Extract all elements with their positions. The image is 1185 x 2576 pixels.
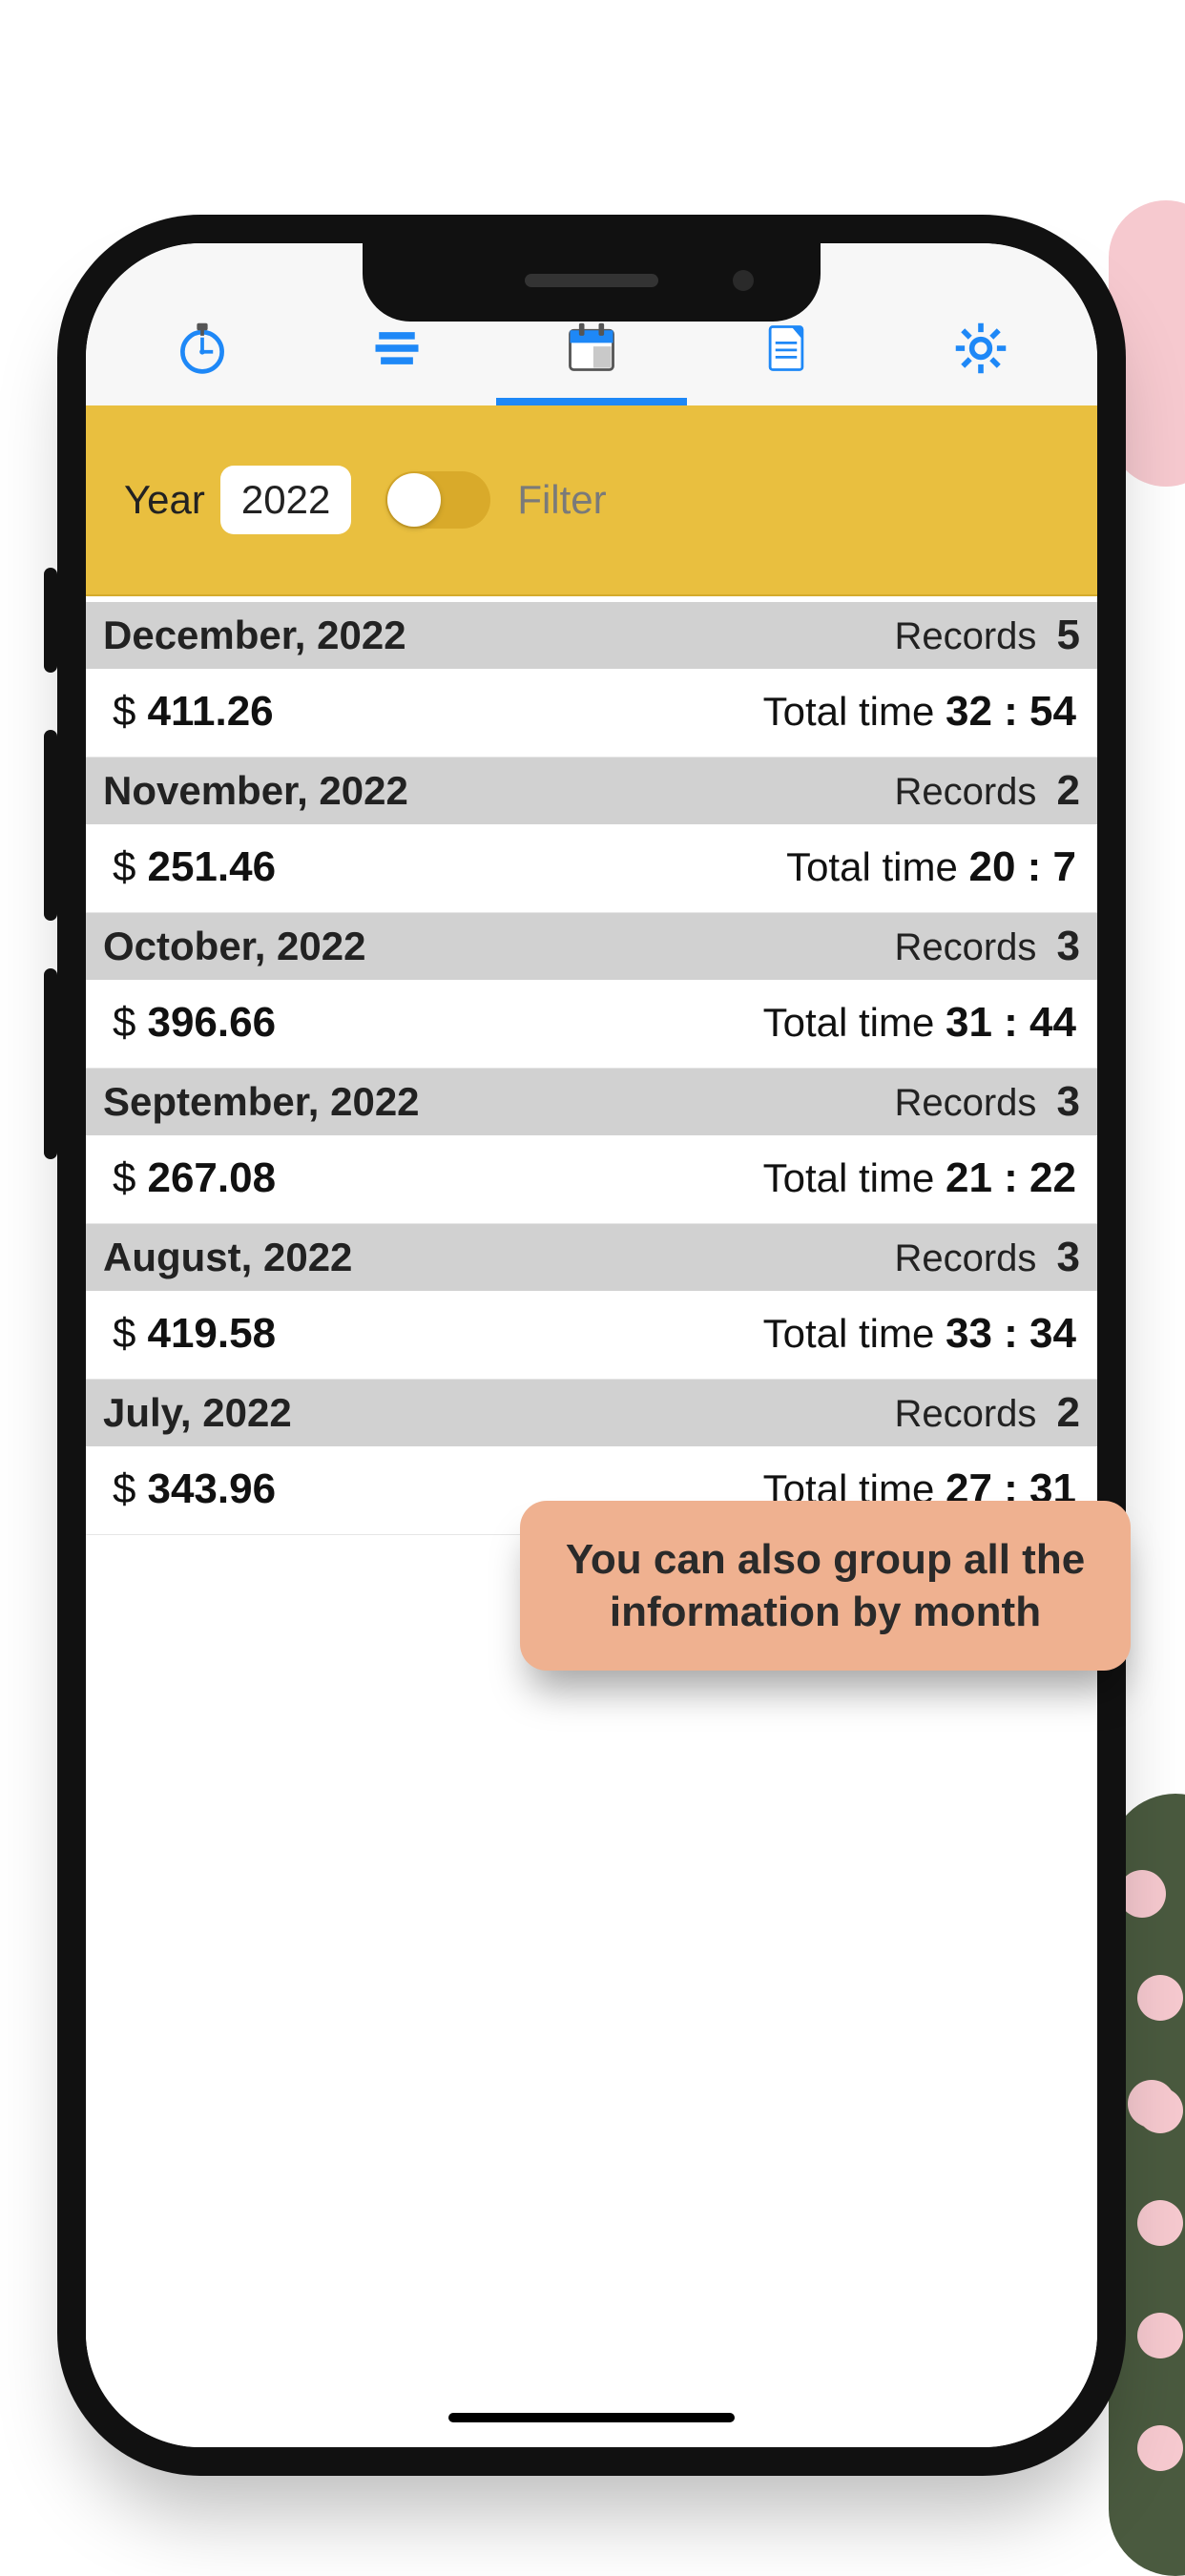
phone-frame: Year 2022 Filter December, 2022 Records 5… <box>57 215 1126 2476</box>
records-count: Records 3 <box>894 923 1080 970</box>
phone-side-button <box>44 968 57 1159</box>
month-name: December, 2022 <box>103 613 406 658</box>
toggle-knob <box>387 473 441 527</box>
month-row[interactable]: December, 2022 Records 5 $411.26 Total time… <box>86 602 1097 758</box>
promo-callout: You can also group all the information b… <box>520 1501 1131 1671</box>
month-amount: $251.46 <box>113 843 276 891</box>
records-count: Records 2 <box>894 1389 1080 1437</box>
month-row-header: October, 2022 Records 3 <box>86 913 1097 980</box>
records-count: Records 3 <box>894 1234 1080 1281</box>
phone-side-button <box>44 730 57 921</box>
month-name: October, 2022 <box>103 924 365 969</box>
tab-settings[interactable] <box>943 312 1019 388</box>
month-row-body: $267.08 Total time 21 : 22 <box>86 1135 1097 1223</box>
month-row-body: $396.66 Total time 31 : 44 <box>86 980 1097 1068</box>
month-name: November, 2022 <box>103 768 408 814</box>
tab-calendar[interactable] <box>553 312 630 388</box>
month-row-body: $411.26 Total time 32 : 54 <box>86 669 1097 757</box>
month-total-time: Total time 32 : 54 <box>763 688 1076 736</box>
month-amount: $411.26 <box>113 688 274 736</box>
records-count: Records 2 <box>894 767 1080 815</box>
year-input[interactable]: 2022 <box>220 466 351 534</box>
filter-label: Filter <box>517 477 606 523</box>
phone-notch <box>363 243 821 322</box>
month-total-time: Total time 20 : 7 <box>786 843 1076 891</box>
month-row-body: $251.46 Total time 20 : 7 <box>86 824 1097 912</box>
month-amount: $267.08 <box>113 1154 276 1202</box>
document-icon <box>758 320 815 382</box>
tab-notes[interactable] <box>748 312 824 388</box>
month-row[interactable]: September, 2022 Records 3 $267.08 Total tim… <box>86 1069 1097 1224</box>
month-amount: $396.66 <box>113 999 276 1047</box>
month-row-header: September, 2022 Records 3 <box>86 1069 1097 1135</box>
month-name: July, 2022 <box>103 1390 292 1436</box>
calendar-icon <box>563 320 620 382</box>
month-row-header: December, 2022 Records 5 <box>86 602 1097 669</box>
month-name: September, 2022 <box>103 1079 420 1125</box>
month-row[interactable]: November, 2022 Records 2 $251.46 Total time… <box>86 758 1097 913</box>
month-row-header: November, 2022 Records 2 <box>86 758 1097 824</box>
month-row-header: July, 2022 Records 2 <box>86 1380 1097 1446</box>
home-indicator <box>448 2413 735 2422</box>
month-row[interactable]: October, 2022 Records 3 $396.66 Total time … <box>86 913 1097 1069</box>
month-total-time: Total time 33 : 34 <box>763 1310 1076 1358</box>
phone-side-button <box>44 568 57 673</box>
records-count: Records 5 <box>894 612 1080 659</box>
stopwatch-icon <box>174 320 231 382</box>
filter-toggle[interactable] <box>385 471 490 529</box>
gear-icon <box>952 320 1009 382</box>
filter-bar: Year 2022 Filter <box>86 405 1097 596</box>
month-total-time: Total time 21 : 22 <box>763 1154 1076 1202</box>
month-amount: $419.58 <box>113 1310 276 1358</box>
month-row-header: August, 2022 Records 3 <box>86 1224 1097 1291</box>
month-name: August, 2022 <box>103 1235 352 1280</box>
month-total-time: Total time 31 : 44 <box>763 999 1076 1047</box>
tab-list[interactable] <box>359 312 435 388</box>
records-count: Records 3 <box>894 1078 1080 1126</box>
month-row[interactable]: August, 2022 Records 3 $419.58 Total time 3… <box>86 1224 1097 1380</box>
month-row-body: $419.58 Total time 33 : 34 <box>86 1291 1097 1379</box>
phone-screen: Year 2022 Filter December, 2022 Records 5… <box>86 243 1097 2447</box>
year-label: Year <box>124 477 205 523</box>
list-icon <box>368 320 426 382</box>
tab-timer[interactable] <box>164 312 240 388</box>
month-amount: $343.96 <box>113 1465 276 1513</box>
decorative-dots <box>1128 1908 1185 2576</box>
